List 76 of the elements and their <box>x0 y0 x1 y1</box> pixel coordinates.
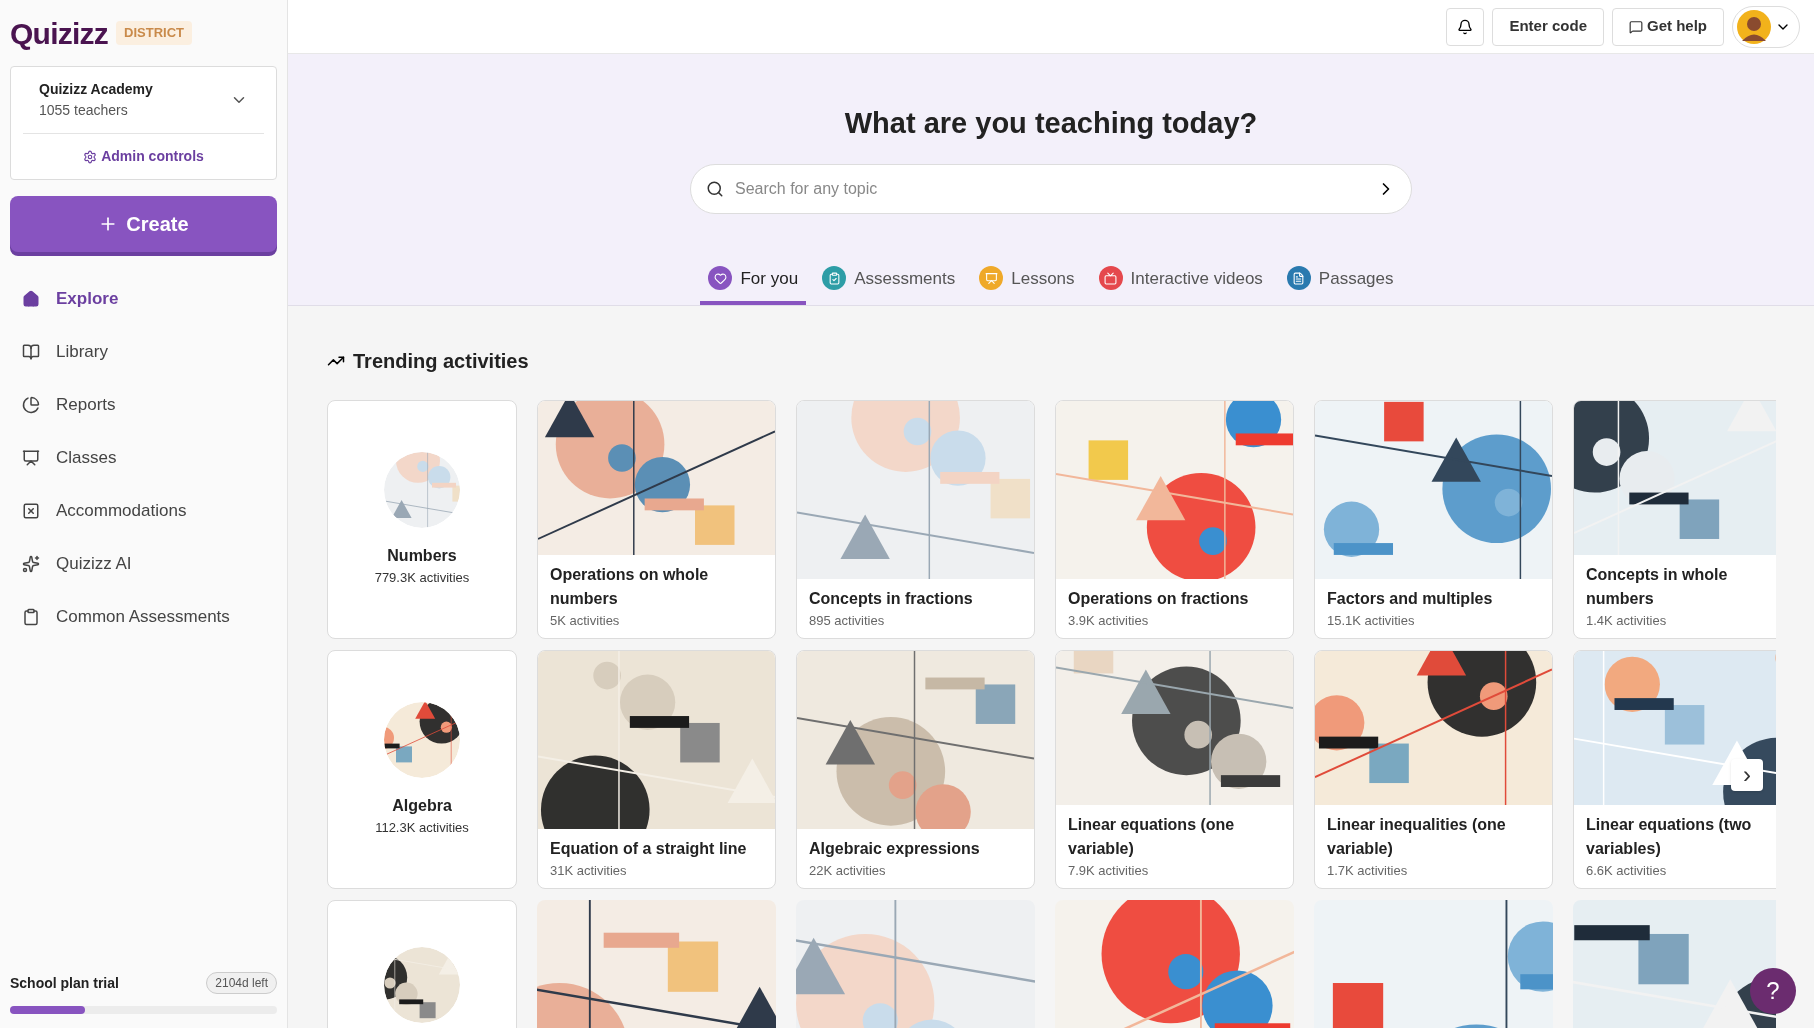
activity-card[interactable]: Operations on whole numbers 5K activities <box>537 400 776 639</box>
organization-selector[interactable]: Quizizz Academy 1055 teachers <box>23 67 264 134</box>
activity-count: 895 activities <box>809 611 886 630</box>
activity-title: Concepts in fractions <box>809 588 974 609</box>
nav-item[interactable]: Explore <box>10 272 277 325</box>
bell-icon <box>1457 18 1474 35</box>
activity-count: 6.6K activities <box>1586 861 1668 880</box>
nav-item[interactable]: Reports <box>10 378 277 431</box>
search-field[interactable]: Search for any topic <box>690 163 1412 214</box>
activity-card[interactable]: Factors and multiples 15.1K activities <box>1314 400 1553 639</box>
activity-card[interactable]: Equation of a straight line 31K activities <box>537 650 776 889</box>
organization-name: Quizizz Academy <box>39 80 153 99</box>
activity-count: 15.1K activities <box>1327 611 1416 630</box>
activity-card[interactable]: Concepts in whole numbers 1.4K activities <box>1573 400 1776 639</box>
pie-chart-icon <box>22 395 40 414</box>
activity-card[interactable]: Algebraic expressions 22K activities <box>796 650 1035 889</box>
activity-title: Linear inequalities (one variable) <box>1327 814 1507 859</box>
settings-icon <box>83 149 98 164</box>
activity-count: 112.3K activities <box>375 818 469 837</box>
search-icon <box>706 179 724 198</box>
nav-item[interactable]: Classes <box>10 431 277 484</box>
category-tab[interactable]: Passages <box>1278 265 1402 305</box>
help-chat-icon <box>1629 19 1643 34</box>
book-icon <box>22 342 40 361</box>
activity-card[interactable]: Linear inequalities (one variable) 1.7K activities <box>1314 650 1553 889</box>
category-title: Numbers <box>387 545 457 566</box>
activity-title: Linear equations (one variable) <box>1068 814 1236 859</box>
section-title: Trending activities <box>353 349 529 374</box>
nav-item[interactable]: Accommodations <box>10 484 277 537</box>
activity-count: 3.9K activities <box>1068 611 1150 630</box>
activity-count: 5K activities <box>550 611 621 630</box>
category-tab[interactable]: Assessments <box>814 265 964 305</box>
activity-title: Operations on fractions <box>1068 588 1250 609</box>
page-heading: What are you teaching today? <box>844 106 1258 141</box>
activity-title: Concepts in whole numbers <box>1586 564 1729 609</box>
teacher-count: 1055 teachers <box>39 101 129 120</box>
activity-count: 779.3K activities <box>374 568 470 587</box>
category-tab[interactable]: Lessons <box>971 265 1083 305</box>
notifications-button[interactable] <box>1446 7 1485 46</box>
category-tab[interactable]: Interactive videos <box>1090 265 1271 305</box>
nav-item[interactable]: Library <box>10 325 277 378</box>
activity-card[interactable]: Concepts in fractions 895 activities <box>796 400 1035 639</box>
admin-controls-link[interactable]: Admin controls <box>11 134 276 179</box>
home-icon <box>22 289 40 308</box>
sparkles-icon <box>22 554 40 573</box>
help-button[interactable]: ? <box>1750 968 1796 1014</box>
activity-title: Operations on whole numbers <box>550 564 710 609</box>
avatar-icon <box>1737 9 1771 44</box>
clipboard-icon <box>22 607 40 626</box>
activity-card[interactable]: Operations on fractions 3.9K activities <box>1055 400 1294 639</box>
activity-count: 31K activities <box>550 861 628 880</box>
next-arrow-button[interactable]: › <box>1731 759 1763 791</box>
activity-title: Linear equations (two variables) <box>1586 814 1753 859</box>
plan-badge: DISTRICT <box>116 21 193 45</box>
activity-count: 1.7K activities <box>1327 861 1409 880</box>
crossed-box-icon <box>22 501 40 520</box>
category-card[interactable]: Algebra 112.3K activities <box>327 650 517 889</box>
activity-card[interactable]: Linear equations (two variables) 6.6K activities › <box>1573 650 1776 889</box>
trial-label: School plan trial <box>10 973 119 993</box>
nav-item[interactable]: Common Assessments <box>10 590 277 643</box>
category-tab[interactable]: For you <box>700 265 807 305</box>
days-left-badge: 2104d left <box>206 972 277 994</box>
activity-title: Algebraic expressions <box>809 838 981 859</box>
category-title: Algebra <box>392 795 452 816</box>
enter-code-button[interactable]: Enter code <box>1492 7 1604 46</box>
activity-count: 1.4K activities <box>1586 611 1668 630</box>
get-help-button[interactable]: Get help <box>1612 7 1724 46</box>
activity-count: 7.9K activities <box>1068 861 1150 880</box>
classroom-icon <box>22 448 40 467</box>
category-card[interactable]: Numbers 779.3K activities <box>327 400 517 639</box>
activity-count: 22K activities <box>809 861 887 880</box>
logo[interactable]: Quizizz <box>10 10 109 56</box>
nav-item[interactable]: Quizizz AI <box>10 537 277 590</box>
activity-card[interactable]: Linear equations (one variable) 7.9K activities <box>1055 650 1294 889</box>
activity-title: Equation of a straight line <box>550 838 748 859</box>
activity-title: Factors and multiples <box>1327 588 1494 609</box>
